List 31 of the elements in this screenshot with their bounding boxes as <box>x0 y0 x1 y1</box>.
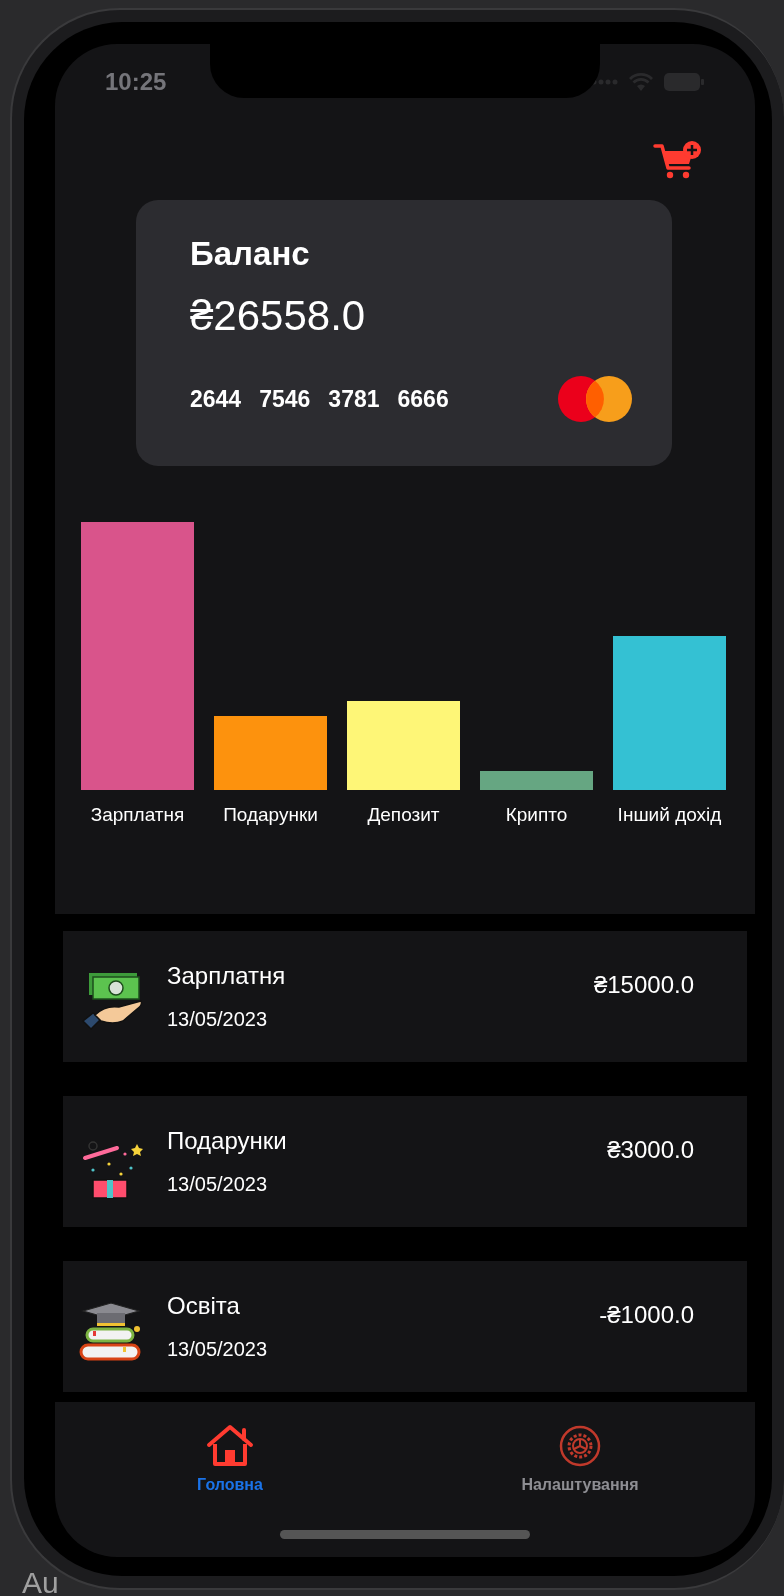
transaction-card[interactable]: Подарунки 13/05/2023 ₴3000.0 <box>63 1096 747 1227</box>
chart-label: Зарплатня <box>89 804 186 826</box>
transaction-date: 13/05/2023 <box>167 1338 269 1361</box>
balance-title: Баланс <box>190 234 311 274</box>
transaction-card[interactable]: Зарплатня 13/05/2023 ₴15000.0 <box>63 931 747 1062</box>
transaction-amount: -₴1000.0 <box>599 1301 694 1329</box>
transaction-date: 13/05/2023 <box>167 1173 269 1196</box>
transaction-title: Зарплатня <box>167 962 287 990</box>
transaction-amount: ₴3000.0 <box>607 1136 694 1164</box>
transaction-card[interactable]: Освіта 13/05/2023 -₴1000.0 <box>63 1261 747 1392</box>
home-icon <box>206 1424 254 1468</box>
add-to-cart-icon[interactable] <box>653 140 703 180</box>
chart-label: Крипто <box>504 804 569 826</box>
settings-icon <box>559 1425 601 1467</box>
status-time: 10:25 <box>105 68 167 96</box>
card-number: 3781 <box>328 385 380 413</box>
chart-label: Подарунки <box>222 804 319 826</box>
transaction-title: Освіта <box>167 1292 241 1320</box>
transaction-date: 13/05/2023 <box>167 1008 269 1031</box>
background-text: Au <box>22 1566 59 1596</box>
tab-item[interactable]: Налаштування <box>405 1402 755 1494</box>
chart-label: Інший дохід <box>616 804 723 826</box>
card-number: 7546 <box>259 385 311 413</box>
tab-item[interactable]: Головна <box>55 1402 405 1494</box>
transaction-title: Подарунки <box>167 1127 288 1155</box>
chart-label: Депозит <box>366 804 441 826</box>
card-logo-icon <box>558 376 632 422</box>
balance-amount: ₴26558.0 <box>190 292 367 340</box>
card-number: 6666 <box>397 385 449 413</box>
transaction-amount: ₴15000.0 <box>593 971 694 999</box>
card-number: 2644 <box>190 385 242 413</box>
